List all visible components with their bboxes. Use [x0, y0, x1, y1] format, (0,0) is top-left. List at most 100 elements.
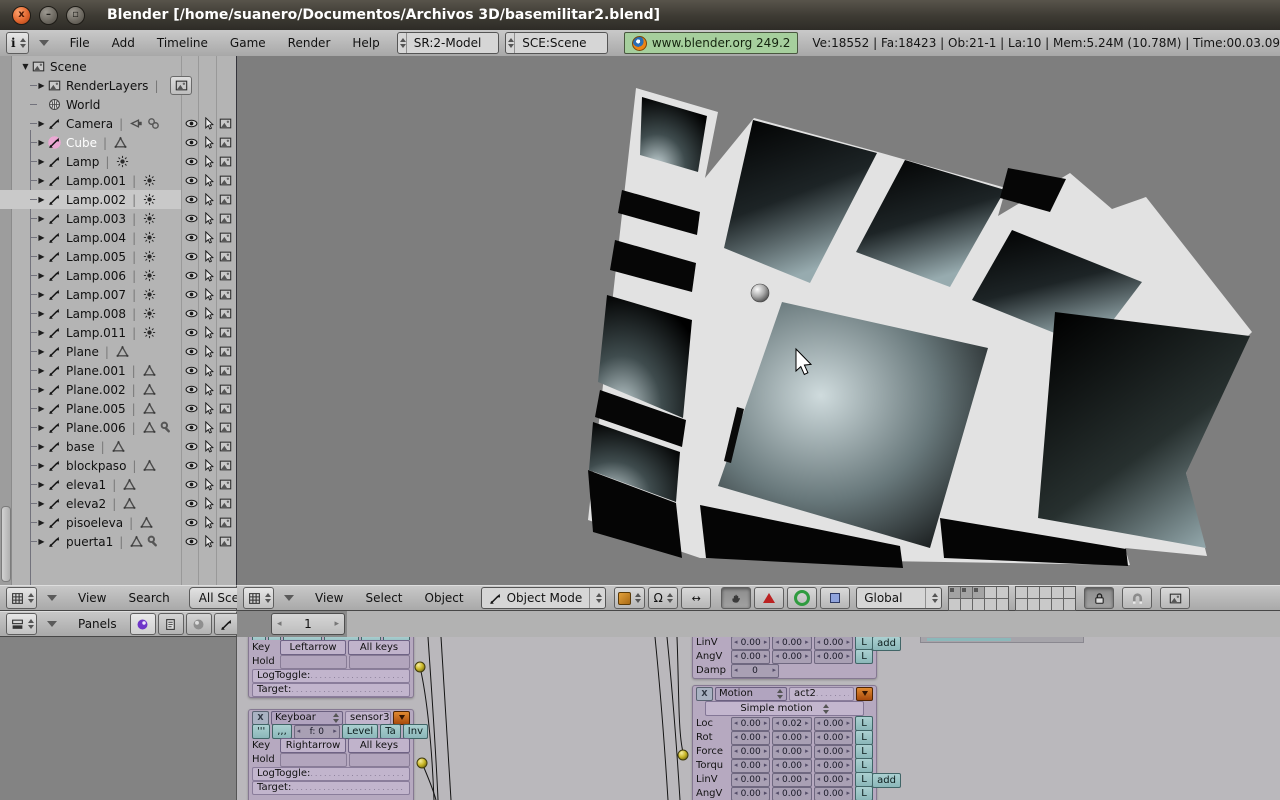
- expand-toggle-icon[interactable]: ▶: [36, 442, 47, 451]
- all-keys-button[interactable]: All keys: [348, 640, 410, 655]
- visibility-toggle[interactable]: [184, 116, 198, 130]
- decrement-arrow[interactable]: ◂: [775, 762, 779, 769]
- local-toggle[interactable]: L: [854, 716, 873, 731]
- actuator-name-field[interactable]: act2....................: [789, 686, 854, 701]
- selectability-toggle[interactable]: [201, 401, 215, 415]
- motion-mode-dropdown[interactable]: Simple motion: [705, 701, 864, 716]
- expand-toggle-icon[interactable]: ▼: [20, 62, 31, 71]
- sensor-output-socket[interactable]: [414, 661, 426, 673]
- decrement-arrow[interactable]: ◂: [734, 667, 738, 674]
- expand-toggle-icon[interactable]: ▶: [36, 499, 47, 508]
- chevron-down-icon[interactable]: [47, 621, 57, 627]
- outliner-row-pisoeleva[interactable]: ▶ pisoeleva |: [0, 513, 236, 532]
- selectability-toggle[interactable]: [201, 420, 215, 434]
- motion-actuator-brick-partial[interactable]: LinV ◂ 0.00 ▸ ◂ 0.00 ▸ ◂ 0.00 ▸ Ladd AngV ◂ 0.00 ▸ ◂ 0.0…: [692, 637, 901, 679]
- number-field[interactable]: ◂ 0.00 ▸: [813, 744, 853, 759]
- layer-cell-4[interactable]: [985, 586, 997, 598]
- object-context-button[interactable]: [213, 613, 240, 635]
- visibility-toggle[interactable]: [184, 458, 198, 472]
- number-field[interactable]: ◂ 0.00 ▸: [731, 637, 771, 650]
- decrement-arrow[interactable]: ◂: [817, 720, 821, 727]
- renderability-toggle[interactable]: [218, 382, 232, 396]
- expand-toggle-icon[interactable]: ▶: [36, 119, 47, 128]
- target-field[interactable]: Target:.................................…: [252, 682, 410, 697]
- expand-toggle-icon[interactable]: ▶: [36, 81, 47, 90]
- renderability-toggle[interactable]: [218, 477, 232, 491]
- expand-toggle-icon[interactable]: ▶: [36, 157, 47, 166]
- outliner-row-camera[interactable]: ▶ Camera |: [0, 114, 236, 133]
- renderability-toggle[interactable]: [218, 211, 232, 225]
- increment-arrow[interactable]: ▸: [805, 639, 809, 646]
- decrement-arrow[interactable]: ◂: [734, 776, 738, 783]
- frequency-field[interactable]: ◂ f: 0 ▸: [293, 724, 340, 739]
- number-field[interactable]: ◂ 0.00 ▸: [731, 772, 771, 787]
- level-button[interactable]: Level: [341, 724, 379, 739]
- increment-arrow[interactable]: ▸: [805, 762, 809, 769]
- expand-toggle-icon[interactable]: ▶: [36, 309, 47, 318]
- number-field[interactable]: ◂ 0.00 ▸: [772, 772, 812, 787]
- local-toggle[interactable]: L: [854, 649, 873, 664]
- renderability-toggle[interactable]: [218, 363, 232, 377]
- script-context-button[interactable]: [157, 613, 184, 635]
- draw-type-button[interactable]: [614, 587, 646, 609]
- increment-arrow[interactable]: ▸: [846, 790, 850, 797]
- number-field[interactable]: ◂ 0.00 ▸: [813, 637, 853, 650]
- selectability-toggle[interactable]: [201, 230, 215, 244]
- scene-selector-value[interactable]: SCE:Scene: [515, 33, 607, 53]
- decrement-arrow[interactable]: ◂: [775, 639, 779, 646]
- number-field[interactable]: ◂ 0.00 ▸: [731, 716, 771, 731]
- decrement-arrow[interactable]: ◂: [297, 728, 301, 735]
- selectability-toggle[interactable]: [201, 496, 215, 510]
- number-field[interactable]: ◂ 0.00 ▸: [731, 786, 771, 800]
- selectability-toggle[interactable]: [201, 211, 215, 225]
- expand-toggle-icon[interactable]: ▶: [36, 233, 47, 242]
- decrement-arrow[interactable]: ◂: [775, 790, 779, 797]
- render-layer-button[interactable]: [170, 76, 193, 95]
- visibility-toggle[interactable]: [184, 477, 198, 491]
- selectability-toggle[interactable]: [201, 534, 215, 548]
- menu-timeline[interactable]: Timeline: [146, 36, 219, 50]
- chevron-down-icon[interactable]: [38, 40, 49, 46]
- layer-buttons-group-2[interactable]: [1015, 585, 1077, 611]
- base-model-mesh[interactable]: [588, 88, 1252, 568]
- outliner-menu-view[interactable]: View: [67, 591, 117, 605]
- selectability-toggle[interactable]: [201, 325, 215, 339]
- close-window-button[interactable]: x: [12, 5, 31, 25]
- visibility-toggle[interactable]: [184, 306, 198, 320]
- increment-arrow[interactable]: ▸: [764, 776, 768, 783]
- keyboard-sensor-brick[interactable]: XKeyboarsensor3....................''',,…: [248, 709, 429, 800]
- delete-sensor-button[interactable]: X: [252, 710, 269, 725]
- renderability-toggle[interactable]: [218, 306, 232, 320]
- outliner-row-cube[interactable]: ▶ Cube |: [0, 133, 236, 152]
- number-field[interactable]: ◂ 0.00 ▸: [813, 730, 853, 745]
- expand-toggle-icon[interactable]: ▶: [36, 518, 47, 527]
- selectability-toggle[interactable]: [201, 287, 215, 301]
- increment-arrow[interactable]: ▸: [764, 790, 768, 797]
- maximize-window-button[interactable]: ▫: [66, 5, 85, 25]
- viewport-editor-type-button[interactable]: [243, 587, 274, 609]
- selectability-toggle[interactable]: [201, 363, 215, 377]
- increment-arrow[interactable]: ▸: [764, 762, 768, 769]
- renderability-toggle[interactable]: [218, 515, 232, 529]
- increment-arrow[interactable]: ▸: [805, 653, 809, 660]
- logtoggle-field[interactable]: LogToggle:..............................…: [252, 766, 410, 781]
- all-keys-button[interactable]: All keys: [348, 738, 410, 753]
- increment-arrow[interactable]: ▸: [764, 639, 768, 646]
- number-field[interactable]: ◂ 0.00 ▸: [813, 716, 853, 731]
- decrement-arrow[interactable]: ◂: [734, 653, 738, 660]
- panels-menu[interactable]: Panels: [67, 617, 128, 631]
- stepper-icon[interactable]: [925, 588, 941, 608]
- scale-manipulator-toggle[interactable]: [820, 587, 851, 609]
- number-field[interactable]: ◂ 0.00 ▸: [813, 786, 853, 800]
- selectability-toggle[interactable]: [201, 192, 215, 206]
- number-field[interactable]: ◂ 0.00 ▸: [772, 758, 812, 773]
- layer-cell-7[interactable]: [961, 598, 973, 610]
- expand-toggle-icon[interactable]: ▶: [36, 252, 47, 261]
- outliner-row-eleva1[interactable]: ▶ eleva1 |: [0, 475, 236, 494]
- menu-file[interactable]: File: [59, 36, 101, 50]
- number-field[interactable]: ◂ 0.00 ▸: [772, 730, 812, 745]
- expand-toggle-icon[interactable]: ▶: [36, 214, 47, 223]
- invert-button[interactable]: Inv: [402, 724, 429, 739]
- renderability-toggle[interactable]: [218, 344, 232, 358]
- outliner-row-scene[interactable]: ▼ Scene: [0, 57, 236, 76]
